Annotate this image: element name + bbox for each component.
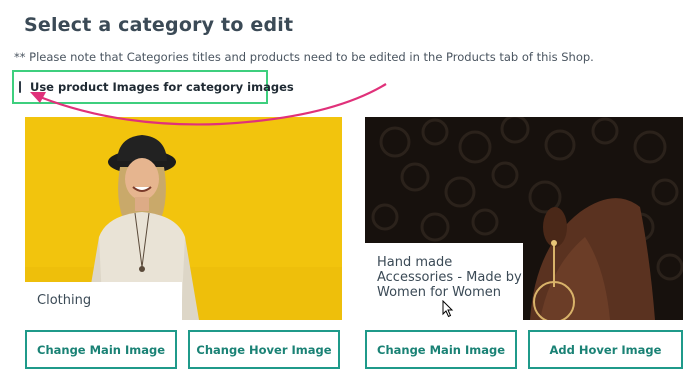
edit-note: ** Please note that Categories titles an… xyxy=(14,50,594,64)
category-label-clothing: Clothing xyxy=(25,282,182,320)
use-product-images-label: Use product Images for category images xyxy=(30,80,294,94)
page-title: Select a category to edit xyxy=(24,14,294,36)
add-hover-image-button-accessories[interactable]: Add Hover Image xyxy=(528,330,683,369)
mouse-cursor-icon xyxy=(442,300,454,318)
change-main-image-button-accessories[interactable]: Change Main Image xyxy=(365,330,517,369)
checkbox-icon[interactable] xyxy=(19,81,21,93)
change-hover-image-button-clothing[interactable]: Change Hover Image xyxy=(188,330,340,369)
use-product-images-option[interactable]: Use product Images for category images xyxy=(12,70,294,104)
change-main-image-button-clothing[interactable]: Change Main Image xyxy=(25,330,177,369)
